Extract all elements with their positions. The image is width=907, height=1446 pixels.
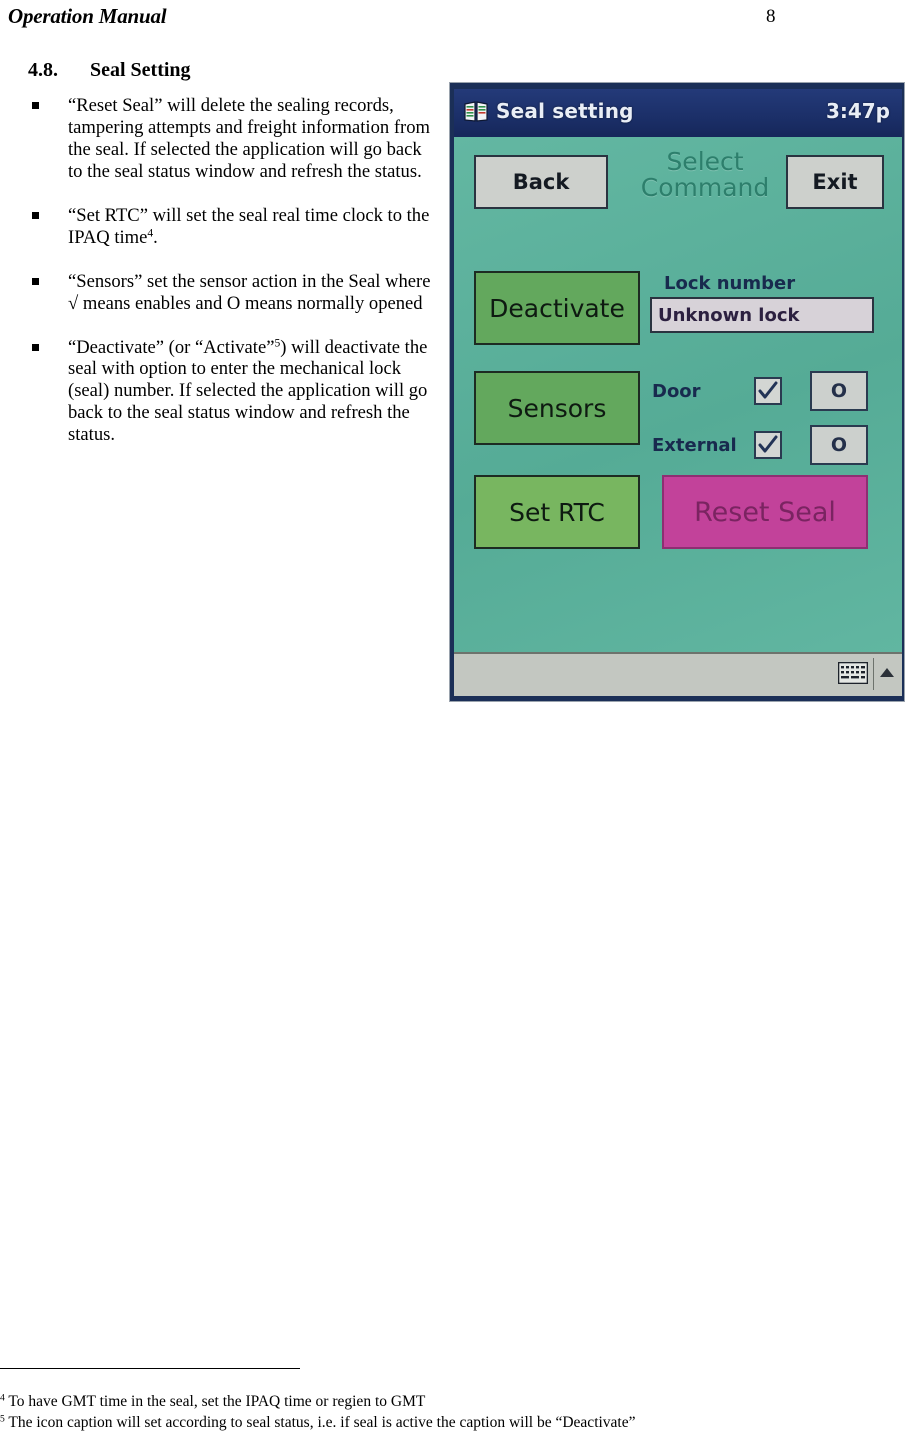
list-item-text-tail: . — [153, 226, 158, 248]
bullet-list: “Reset Seal” will delete the sealing rec… — [28, 95, 440, 468]
page-header: Operation Manual 8 — [0, 0, 907, 40]
section-title: Seal Setting — [90, 59, 191, 81]
list-item: “Reset Seal” will delete the sealing rec… — [28, 95, 440, 183]
pda-taskbar — [454, 652, 902, 696]
external-sensor-label: External — [652, 435, 737, 456]
footnote-text: The icon caption will set according to s… — [8, 1413, 636, 1431]
deactivate-button[interactable]: Deactivate — [474, 271, 640, 345]
footnote: 4 To have GMT time in the seal, set the … — [0, 1392, 900, 1413]
list-item-text: “Reset Seal” will delete the sealing rec… — [68, 95, 430, 182]
list-item: “Set RTC” will set the seal real time cl… — [28, 205, 440, 249]
back-button[interactable]: Back — [474, 155, 608, 209]
bullet-marker-icon — [32, 211, 39, 219]
page-number: 8 — [766, 6, 776, 27]
lock-number-input[interactable]: Unknown lock — [650, 297, 874, 333]
sensors-button[interactable]: Sensors — [474, 371, 640, 445]
keyboard-icon[interactable] — [837, 661, 869, 685]
set-rtc-button[interactable]: Set RTC — [474, 475, 640, 549]
select-command-caption: Select Command — [640, 147, 770, 203]
door-sensor-checkbox[interactable] — [754, 377, 782, 405]
list-item-text: “Set RTC” will set the seal real time cl… — [68, 204, 430, 248]
bullet-marker-icon — [32, 343, 39, 351]
footnote-text: To have GMT time in the seal, set the IP… — [8, 1393, 426, 1410]
reset-seal-button[interactable]: Reset Seal — [662, 475, 868, 549]
lock-number-label: Lock number — [664, 273, 796, 294]
footnote-area: 4 To have GMT time in the seal, set the … — [0, 1392, 900, 1434]
document-title: Operation Manual — [8, 4, 167, 28]
footnote: 5 The icon caption will set according to… — [0, 1413, 900, 1434]
external-sensor-mode-button[interactable]: O — [810, 425, 868, 465]
pda-client-area: Back Select Command Exit Deactivate Lock… — [454, 137, 902, 652]
section-heading: 4.8. Seal Setting — [28, 59, 191, 82]
footnote-number: 4 — [0, 1392, 5, 1404]
pda-screenshot-figure: Seal setting 3:47p Back Select Command E… — [449, 82, 905, 702]
pda-title-bar: Seal setting 3:47p — [454, 89, 902, 137]
list-item-text: “Deactivate” (or “Activate” — [68, 336, 275, 358]
pda-window-title: Seal setting — [496, 99, 634, 123]
door-sensor-mode-button[interactable]: O — [810, 371, 868, 411]
external-sensor-checkbox[interactable] — [754, 431, 782, 459]
pda-screen: Seal setting 3:47p Back Select Command E… — [454, 89, 902, 696]
app-book-icon — [463, 99, 489, 125]
exit-button[interactable]: Exit — [786, 155, 884, 209]
taskbar-divider — [873, 658, 874, 690]
bullet-marker-icon — [32, 102, 39, 109]
pda-clock: 3:47p — [825, 99, 890, 123]
door-sensor-label: Door — [652, 381, 701, 402]
section-number: 4.8. — [28, 59, 58, 81]
bullet-marker-icon — [32, 277, 39, 285]
list-item-text: “Sensors” set the sensor action in the S… — [68, 270, 431, 314]
footnote-separator — [0, 1368, 300, 1369]
list-item: “Deactivate” (or “Activate”5) will deact… — [28, 337, 440, 447]
list-item: “Sensors” set the sensor action in the S… — [28, 271, 440, 315]
chevron-up-icon[interactable] — [880, 668, 894, 677]
footnote-number: 5 — [0, 1413, 5, 1425]
